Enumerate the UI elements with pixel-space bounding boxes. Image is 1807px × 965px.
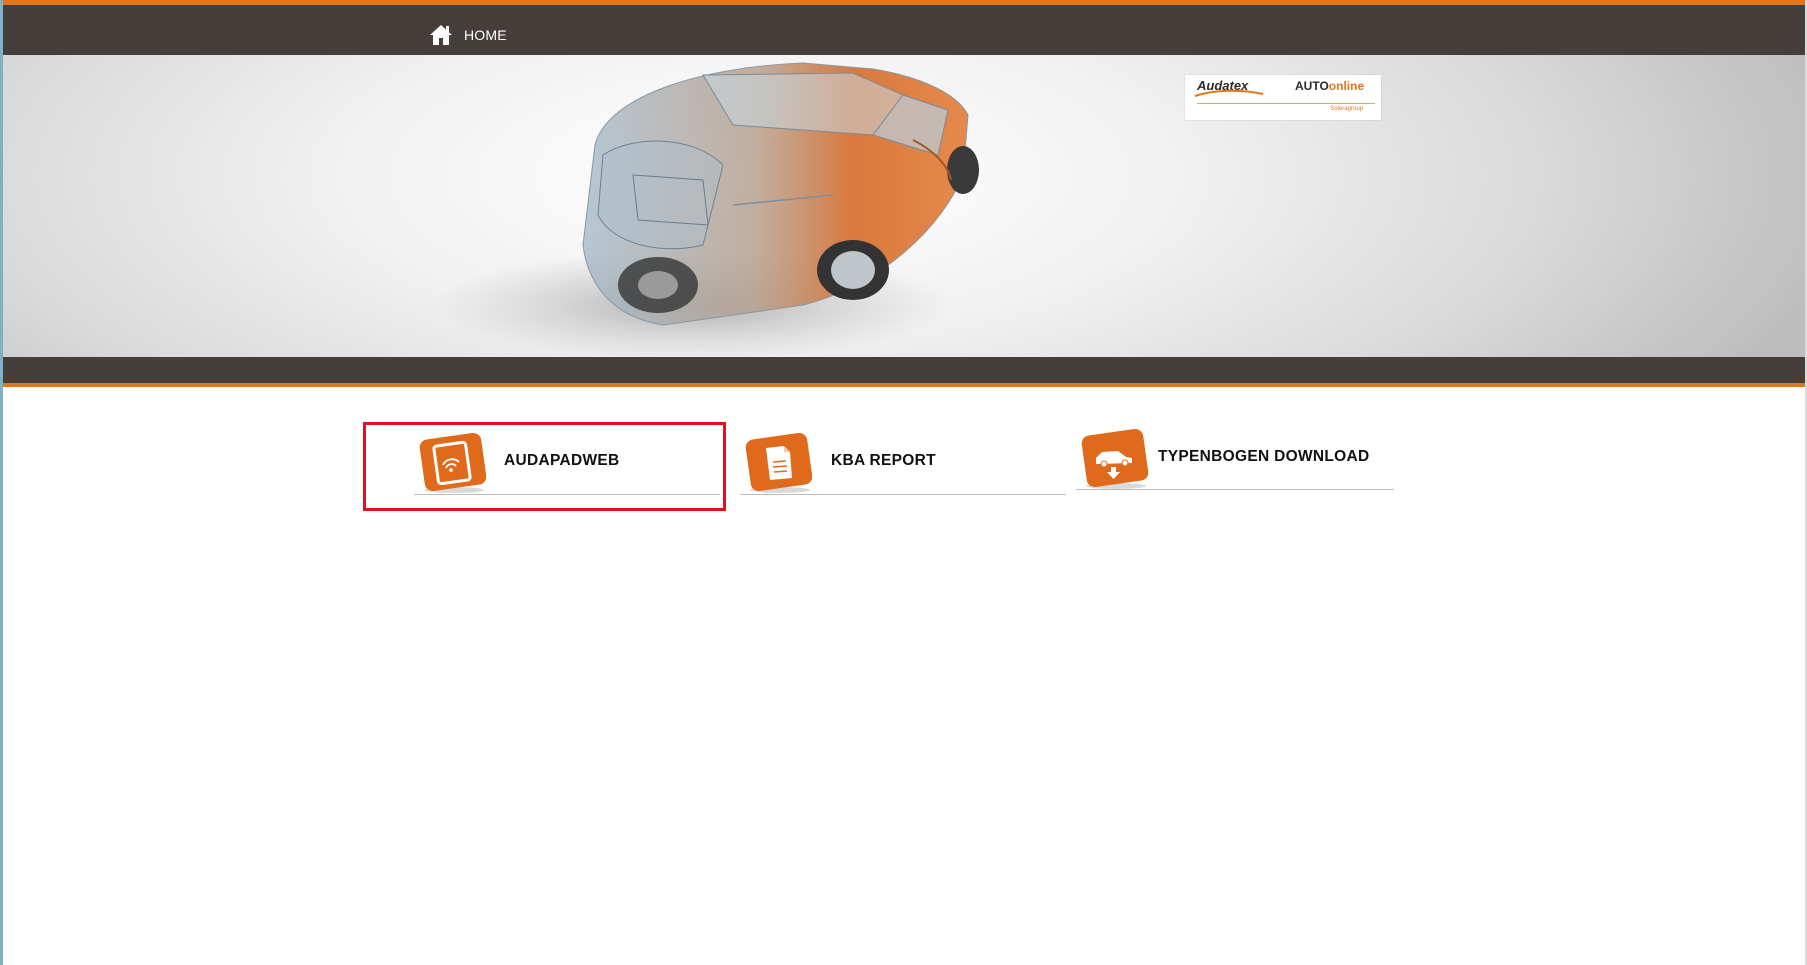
logo-divider: [1197, 103, 1375, 104]
audapadweb-tile[interactable]: AUDAPADWEB: [414, 432, 720, 495]
audapadweb-label: AUDAPADWEB: [504, 452, 620, 469]
top-navigation-bar: HOME: [3, 0, 1805, 55]
typenbogen-download-tile[interactable]: TYPENBOGEN DOWNLOAD: [1076, 428, 1394, 490]
autoonline-logo-text: AUTOonline: [1295, 79, 1365, 93]
kba-report-label: KBA REPORT: [831, 452, 936, 469]
tablet-wifi-icon: [419, 432, 486, 493]
banner-bottom-bar: [3, 357, 1805, 387]
home-link[interactable]: HOME: [429, 20, 507, 50]
swoosh-icon: [1194, 89, 1264, 97]
home-icon: [429, 24, 453, 46]
home-label: HOME: [464, 27, 507, 43]
document-icon: [745, 432, 812, 493]
logo-group-text: Soleragroup: [1330, 106, 1363, 112]
car-illustration: [433, 62, 979, 357]
audatex-autoonline-logo: Audatex AUTOonline Soleragroup: [1185, 75, 1381, 120]
car-download-icon: [1081, 428, 1148, 489]
typenbogen-download-label: TYPENBOGEN DOWNLOAD: [1158, 448, 1370, 465]
kba-report-tile[interactable]: KBA REPORT: [740, 432, 1066, 495]
hero-banner: Audatex AUTOonline Soleragroup: [3, 55, 1805, 357]
